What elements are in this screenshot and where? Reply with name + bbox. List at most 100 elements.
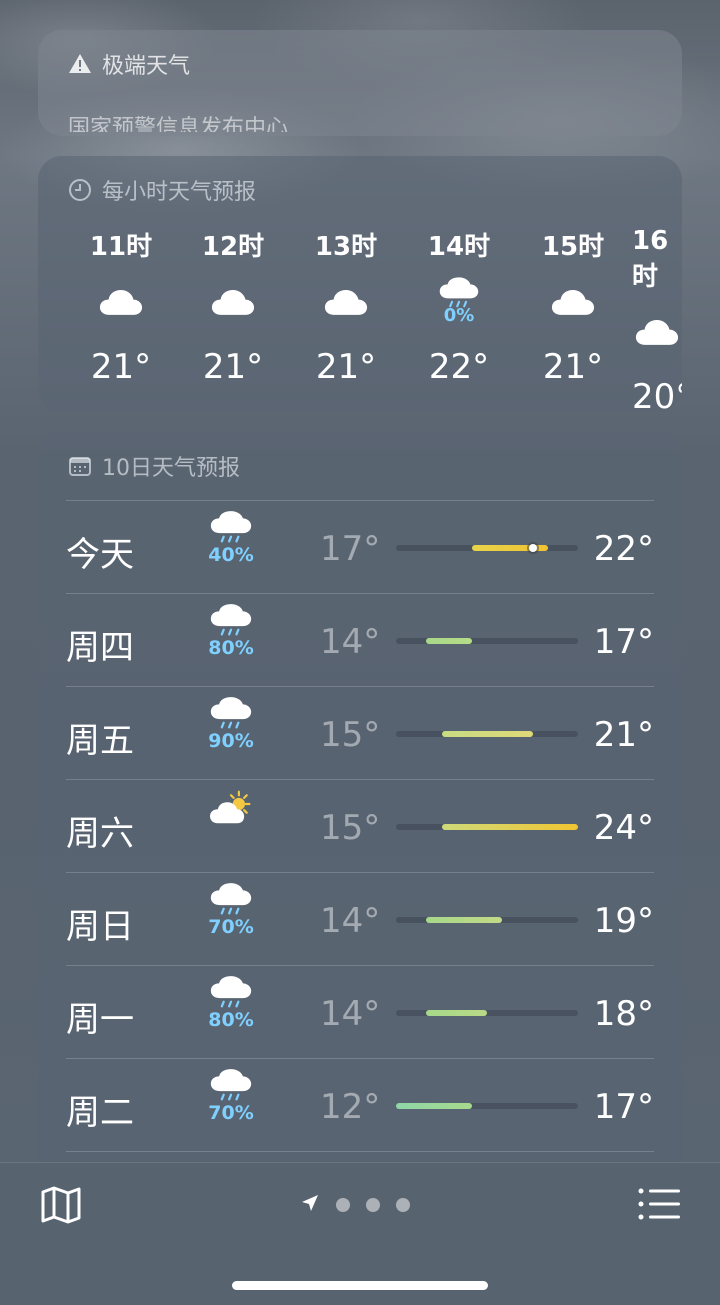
low-temp: 12° — [320, 1087, 381, 1127]
extreme-weather-title: 极端天气 — [102, 54, 191, 79]
cloud-icon — [632, 301, 682, 361]
hour-time: 12时 — [201, 232, 265, 262]
high-temp: 22° — [593, 529, 654, 569]
high-temp: 17° — [593, 1087, 654, 1127]
temp-range-track — [396, 1010, 578, 1016]
hourly-list[interactable]: 11时 21° 12时 21° 13时 21° 14时 0% 22° 15时 21° 16时 20° — [38, 226, 682, 412]
page-dot[interactable] — [366, 1198, 380, 1212]
precip-chance: 80% — [208, 1009, 254, 1031]
daily-row[interactable]: 周六 15° 24° — [66, 779, 654, 872]
hour-temp: 21° — [542, 347, 604, 387]
daily-row[interactable]: 周二 70% 12° 17° — [66, 1058, 654, 1151]
page-dot[interactable] — [396, 1198, 410, 1212]
cloud-icon — [66, 271, 176, 331]
hourly-item: 12时 21° — [178, 226, 288, 387]
hour-time: 13时 — [314, 232, 378, 262]
cloud-rain-icon: 70% — [206, 1069, 256, 1141]
day-label: 周二 — [66, 1093, 134, 1133]
extreme-weather-text: 国家预警信息发布中心 — [68, 116, 289, 136]
daily-forecast-card[interactable]: 10日天气预报 今天 40% 17° 22° 周四 80% 14° 17° 周五 90% 15° 21… — [38, 432, 682, 1192]
row-divider — [66, 1151, 654, 1152]
calendar-icon — [68, 454, 92, 478]
low-temp: 15° — [320, 808, 381, 848]
low-temp: 14° — [320, 901, 381, 941]
temp-range-track — [396, 731, 578, 737]
hourly-forecast-card[interactable]: 每小时天气预报 11时 21° 12时 21° 13时 21° 14时 0% 22° 15时 21°… — [38, 156, 682, 412]
temp-range-fill — [426, 1010, 487, 1016]
temp-range-track — [396, 824, 578, 830]
extreme-weather-header: 极端天气 — [68, 48, 190, 80]
cloud-rain-icon: 40% — [206, 511, 256, 583]
temp-range-fill — [396, 1103, 472, 1109]
hourly-forecast-title: 每小时天气预报 — [102, 180, 257, 205]
day-label: 周四 — [66, 628, 134, 668]
daily-forecast-header: 10日天气预报 — [68, 450, 240, 482]
daily-row[interactable]: 今天 40% 17° 22° — [66, 500, 654, 593]
day-label: 今天 — [66, 535, 134, 575]
hourly-item: 16时 20° — [632, 226, 682, 412]
precip-chance: 80% — [208, 637, 254, 659]
hour-time: 15时 — [541, 232, 605, 262]
hour-temp: 22° — [428, 347, 490, 387]
cloud-rain-icon: 80% — [206, 604, 256, 676]
precip-chance: 90% — [208, 730, 254, 752]
partly-sunny-icon — [206, 790, 256, 862]
hour-time: 14时 — [427, 232, 491, 262]
precip-chance: 70% — [208, 916, 254, 938]
high-temp: 17° — [593, 622, 654, 662]
low-temp: 14° — [320, 622, 381, 662]
temp-range-track — [396, 638, 578, 644]
low-temp: 15° — [320, 715, 381, 755]
temp-range-track — [396, 1103, 578, 1109]
hour-precip: 0% — [443, 304, 475, 326]
hourly-item: 14时 0% 22° — [404, 226, 514, 387]
hourly-item: 13时 21° — [291, 226, 401, 387]
cloud-rain-icon: 0% — [404, 271, 514, 331]
day-label: 周六 — [66, 814, 134, 854]
home-indicator[interactable] — [232, 1281, 488, 1290]
high-temp: 24° — [593, 808, 654, 848]
hour-temp: 21° — [90, 347, 152, 387]
bottom-toolbar — [0, 1162, 720, 1305]
current-temp-dot — [528, 544, 537, 552]
hour-time: 16时 — [632, 226, 669, 292]
list-icon[interactable] — [638, 1187, 680, 1221]
precip-chance: 40% — [208, 544, 254, 566]
hour-time: 11时 — [89, 232, 153, 262]
precip-chance: 70% — [208, 1102, 254, 1124]
cloud-icon — [518, 271, 628, 331]
day-label: 周日 — [66, 907, 134, 947]
daily-row[interactable]: 周五 90% 15° 21° — [66, 686, 654, 779]
temp-range-fill — [426, 917, 503, 923]
temp-range-track — [396, 544, 578, 552]
hourly-forecast-header: 每小时天气预报 — [68, 174, 256, 206]
location-arrow-icon[interactable] — [300, 1193, 320, 1217]
cloud-icon — [291, 271, 401, 331]
extreme-weather-card[interactable]: 极端天气 国家预警信息发布中心 — [38, 30, 682, 136]
high-temp: 19° — [593, 901, 654, 941]
temp-range-fill — [441, 731, 533, 737]
hourly-item: 11时 21° — [66, 226, 176, 387]
high-temp: 21° — [593, 715, 654, 755]
map-icon[interactable] — [40, 1185, 82, 1225]
hour-temp: 21° — [202, 347, 264, 387]
page-dot[interactable] — [336, 1198, 350, 1212]
cloud-icon — [178, 271, 288, 331]
high-temp: 18° — [593, 994, 654, 1034]
page-indicator[interactable] — [300, 1193, 410, 1217]
cloud-rain-icon: 70% — [206, 883, 256, 955]
daily-row[interactable]: 周一 80% 14° 18° — [66, 965, 654, 1058]
daily-forecast-title: 10日天气预报 — [102, 456, 240, 481]
hourly-item: 15时 21° — [518, 226, 628, 387]
low-temp: 14° — [320, 994, 381, 1034]
cloud-rain-icon: 90% — [206, 697, 256, 769]
warning-triangle-icon — [68, 52, 92, 76]
day-label: 周五 — [66, 721, 134, 761]
hour-temp: 21° — [315, 347, 377, 387]
daily-row[interactable]: 周四 80% 14° 17° — [66, 593, 654, 686]
hour-temp: 20° — [632, 377, 682, 412]
cloud-rain-icon: 80% — [206, 976, 256, 1048]
temp-range-track — [396, 917, 578, 923]
daily-row[interactable]: 周日 70% 14° 19° — [66, 872, 654, 965]
clock-icon — [68, 178, 92, 202]
